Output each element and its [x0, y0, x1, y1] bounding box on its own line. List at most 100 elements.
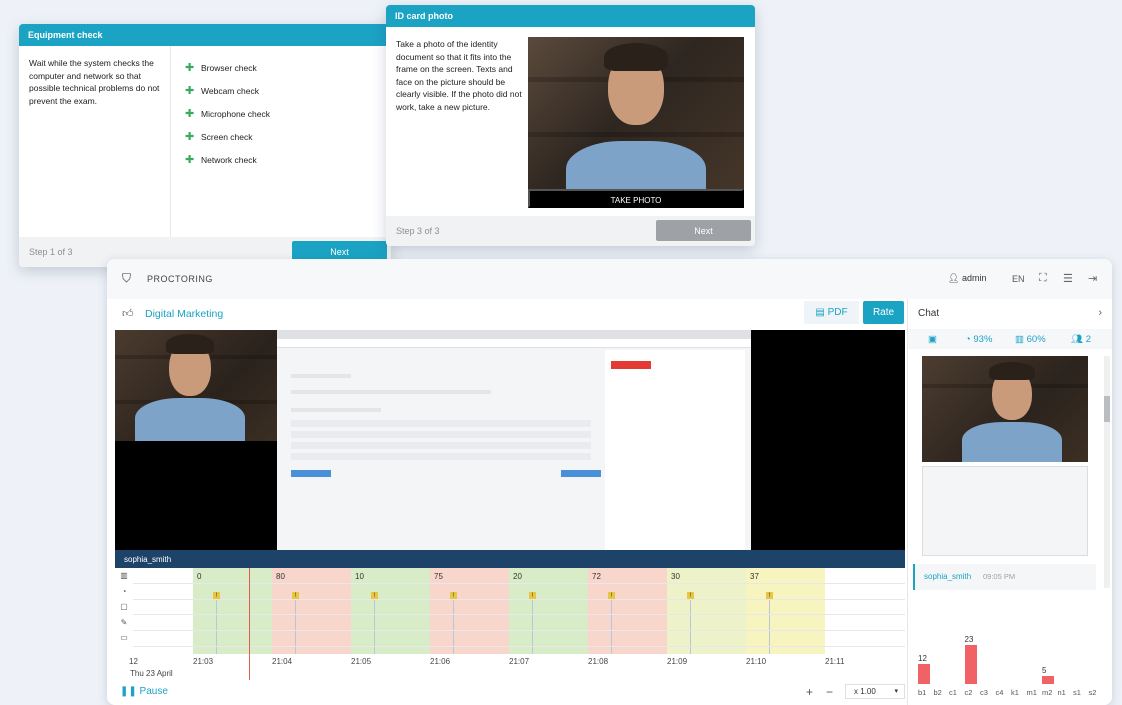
chart-bar — [918, 663, 930, 684]
divider — [170, 46, 171, 238]
language-switcher[interactable]: EN — [1012, 274, 1025, 284]
chart-value-label: 12 — [918, 653, 927, 663]
timeline[interactable]: ▥ ◔ ▢ ✎ ▭ 0! 80! 10! 75! 20! 72! 30! 37! 12 21:0… — [115, 568, 905, 680]
time-label: 12 — [129, 657, 138, 666]
equipment-check-card: Equipment check Wait while the system ch… — [19, 24, 391, 267]
segment-score: 75 — [434, 572, 443, 581]
segment-score: 20 — [513, 572, 522, 581]
pdf-button[interactable]: ▤ PDF — [804, 301, 859, 324]
top-bar: ⛉ PROCTORING 👤︎ admin EN ⛶ ☰ ⇥ — [107, 259, 1112, 299]
check-item: ✚ Screen check — [185, 131, 253, 143]
playhead[interactable] — [249, 568, 250, 680]
check-item: ✚ Webcam check — [185, 85, 259, 97]
stats-bar: ▣ ◔ 93% ▥ 60% 👥︎ 2 — [908, 329, 1112, 349]
pause-button[interactable]: ❚❚ Pause — [120, 686, 168, 697]
segment-score: 0 — [197, 572, 202, 581]
student-bar — [115, 550, 905, 568]
fullscreen-icon[interactable]: ⛶ — [1039, 272, 1047, 285]
chat-scrollbar[interactable] — [1104, 356, 1110, 588]
time-label: 21:05 — [351, 657, 372, 666]
take-photo-button[interactable]: TAKE PHOTO — [528, 189, 744, 208]
check-item: ✚ Network check — [185, 154, 257, 166]
id-card-description: Take a photo of the identity document so… — [396, 39, 522, 112]
chart-icon: ▥ — [120, 571, 128, 580]
timeline-icons: ▥ ◔ ▢ ✎ ▭ — [115, 568, 133, 646]
check-item: ✚ Browser check — [185, 62, 257, 74]
equipment-check-description: Wait while the system checks the compute… — [29, 58, 160, 106]
settings-sliders-icon[interactable]: ☰ — [1063, 272, 1073, 285]
plus-icon: ✚ — [185, 62, 195, 74]
date-label: Thu 23 April — [130, 669, 173, 678]
app-title: PROCTORING — [147, 274, 213, 284]
next-button[interactable]: Next — [656, 220, 751, 241]
segment-score: 80 — [276, 572, 285, 581]
rate-button[interactable]: Rate — [863, 301, 904, 324]
chart-category-label: m2 — [1042, 688, 1053, 697]
chart-category-label: c2 — [964, 688, 973, 697]
time-label: 21:04 — [272, 657, 293, 666]
chart-category-label: c1 — [949, 688, 957, 697]
time-label: 21:11 — [825, 657, 845, 666]
people-icon: 👥︎ — [1071, 334, 1086, 345]
id-card-title: ID card photo — [386, 5, 755, 27]
zoom-in-icon[interactable]: + — [806, 685, 813, 699]
chevron-down-icon: ▾ — [894, 688, 898, 695]
chart-category-label: b1 — [918, 688, 927, 697]
plus-icon: ✚ — [185, 85, 195, 97]
thumbs-up-icon[interactable]: 👍︎ — [122, 307, 134, 320]
student-name: sophia_smith — [124, 555, 172, 564]
exam-toolbar: 👍︎ Digital Marketing ▤ PDF Rate — [107, 299, 907, 329]
chart-category-label: s2 — [1088, 688, 1097, 697]
chart-category-label: k1 — [1011, 688, 1019, 697]
zoom-out-icon[interactable]: − — [826, 685, 833, 699]
card-footer: Step 3 of 3 Next — [386, 216, 755, 246]
document-icon: ▤ — [815, 307, 828, 318]
step-indicator: Step 1 of 3 — [29, 247, 73, 257]
chart-category-label: s1 — [1073, 688, 1081, 697]
timeline-segment[interactable] — [193, 568, 272, 654]
chat-webcam-thumbnail — [922, 356, 1088, 462]
chevron-right-icon[interactable]: › — [1098, 307, 1102, 319]
time-label: 21:08 — [588, 657, 609, 666]
chat-message: sophia_smith 09:05 PM — [913, 564, 1096, 590]
pause-icon: ❚❚ — [120, 686, 140, 697]
segment-score: 10 — [355, 572, 364, 581]
plus-icon: ✚ — [185, 108, 195, 120]
chart-category-label: m1 — [1026, 688, 1037, 697]
message-time: 09:05 PM — [983, 572, 1016, 581]
chat-icon: ▢ — [120, 602, 128, 611]
id-card-photo-card: ID card photo Take a photo of the identi… — [386, 5, 755, 246]
chat-title: Chat — [918, 308, 940, 319]
exit-icon[interactable]: ⇥ — [1088, 272, 1097, 285]
video-icon: ▭ — [120, 633, 128, 642]
people-stat: 👥︎ 2 — [1071, 334, 1091, 345]
equipment-check-title: Equipment check — [19, 24, 391, 46]
chart-category-label: c4 — [995, 688, 1004, 697]
screen-recording — [277, 330, 751, 550]
segment-score: 72 — [592, 572, 601, 581]
face-icon: ◔ — [121, 586, 127, 596]
video-player[interactable]: sophia_smith — [115, 330, 905, 568]
time-label: 21:03 — [193, 657, 214, 666]
chart-value-label: 23 — [964, 635, 974, 645]
message-user: sophia_smith — [924, 572, 972, 581]
segment-score: 37 — [750, 572, 759, 581]
bar-chart-icon: ▥ — [1015, 334, 1027, 345]
check-item: ✚ Microphone check — [185, 108, 270, 120]
exam-name: Digital Marketing — [145, 308, 224, 320]
webcam-video — [115, 330, 281, 441]
segment-score: 30 — [671, 572, 680, 581]
speed-select[interactable]: x 1.00 ▾ — [845, 684, 905, 699]
chart-category-label: b2 — [933, 688, 942, 697]
chart-bar — [964, 645, 977, 684]
proctoring-window: ⛉ PROCTORING 👤︎ admin EN ⛶ ☰ ⇥ 👍︎ Digita… — [107, 259, 1112, 705]
time-label: 21:09 — [667, 657, 688, 666]
chart-stat: ▥ 60% — [1015, 334, 1046, 345]
plus-icon: ✚ — [185, 154, 195, 166]
shield-logo-icon: ⛉ — [122, 271, 132, 285]
step-indicator: Step 3 of 3 — [396, 226, 440, 236]
player-controls: ❚❚ Pause + − x 1.00 ▾ — [107, 680, 907, 705]
chart-category-label: c3 — [980, 688, 988, 697]
check-list: ✚ Browser check ✚ Webcam check ✚ Microphone… — [185, 56, 270, 171]
user-menu[interactable]: 👤︎ admin — [948, 273, 986, 284]
